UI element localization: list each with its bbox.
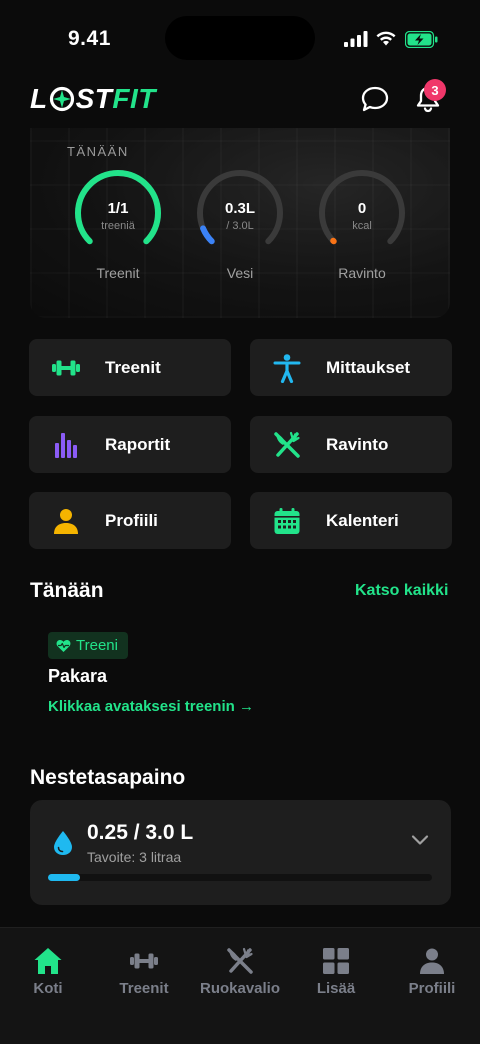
today-section-title: Tänään xyxy=(30,579,104,602)
chat-icon[interactable] xyxy=(360,84,390,114)
workouts-ring: 1/1 treeniä xyxy=(73,168,163,258)
nav-label: Profiili xyxy=(408,980,456,997)
grid-icon xyxy=(323,948,349,974)
nav-label: Ruokavalio xyxy=(199,980,281,997)
person-icon xyxy=(273,354,301,383)
tile-calendar[interactable]: Kalenteri xyxy=(250,492,452,549)
fork-knife-icon xyxy=(227,947,253,974)
dynamic-island xyxy=(165,16,315,60)
logo-text-l: L xyxy=(30,83,48,114)
hydration-progress-track xyxy=(48,874,432,881)
nav-label: Treenit xyxy=(119,980,169,997)
logo-text-fit: FIT xyxy=(112,83,156,114)
wifi-icon xyxy=(376,31,396,46)
hydration-goal: Tavoite: 3 litraa xyxy=(87,849,182,865)
ring-label: Vesi xyxy=(226,265,254,281)
cellular-signal-icon xyxy=(344,31,368,47)
workout-tag: Treeni xyxy=(48,632,128,659)
tile-label: Kalenteri xyxy=(326,511,399,530)
ring-value: 0.3L xyxy=(224,200,255,217)
ring-label: Ravinto xyxy=(338,265,386,281)
tile-profile[interactable]: Profiili xyxy=(29,492,231,549)
logo-text-st: ST xyxy=(75,83,113,114)
status-time: 9.41 xyxy=(68,27,111,50)
workout-name: Pakara xyxy=(48,666,108,686)
bar-chart-icon xyxy=(55,433,77,458)
tile-label: Mittaukset xyxy=(326,358,411,377)
tile-label: Raportit xyxy=(105,435,171,454)
water-ring: 0.3L / 3.0L xyxy=(195,168,285,258)
tile-label: Treenit xyxy=(105,358,161,377)
workout-tag-label: Treeni xyxy=(76,637,118,654)
fork-knife-icon xyxy=(274,431,300,458)
hydration-amount: 0.25 / 3.0 L xyxy=(87,821,194,844)
ring-subtext: / 3.0L xyxy=(226,220,254,232)
tile-measurements[interactable]: Mittaukset xyxy=(250,339,452,396)
nav-label: Lisää xyxy=(316,980,356,997)
notification-badge: 3 xyxy=(424,79,446,101)
nav-item-profile[interactable]: Profiili xyxy=(384,946,480,1006)
calendar-icon xyxy=(274,508,300,534)
ring-subtext: treeniä xyxy=(101,220,135,232)
hydration-progress-fill xyxy=(48,874,80,881)
dumbbell-icon xyxy=(130,953,158,969)
ring-subtext: kcal xyxy=(352,220,372,232)
ring-label: Treenit xyxy=(96,265,140,281)
nav-item-diet[interactable]: Ruokavalio xyxy=(192,946,288,1006)
user-icon xyxy=(420,948,444,974)
nav-item-workouts[interactable]: Treenit xyxy=(96,946,192,1006)
today-summary-card[interactable]: TÄNÄÄN 1/1 treeniä Treenit 0.3L / 3.0L V… xyxy=(30,128,450,318)
tile-label: Ravinto xyxy=(326,435,389,454)
open-workout-link[interactable]: Klikkaa avataksesi treenin → xyxy=(48,698,254,715)
battery-charging-icon xyxy=(405,31,438,48)
bottom-navigation: Koti Treenit Ruokavalio Lisää Profiili xyxy=(0,927,480,1044)
app-logo: L ST FIT xyxy=(30,83,156,114)
tile-workouts[interactable]: Treenit xyxy=(29,339,231,396)
status-bar: 9.41 xyxy=(0,0,480,78)
chevron-down-icon[interactable] xyxy=(410,833,430,847)
nav-label: Koti xyxy=(33,980,63,997)
hydration-card[interactable]: 0.25 / 3.0 L Tavoite: 3 litraa xyxy=(30,800,451,905)
tile-label: Profiili xyxy=(105,511,158,530)
dumbbell-icon xyxy=(52,360,80,376)
home-icon xyxy=(34,948,62,974)
nutrition-ring: 0 kcal xyxy=(317,168,407,258)
user-icon xyxy=(54,509,78,534)
heart-pulse-icon xyxy=(56,639,71,652)
tile-reports[interactable]: Raportit xyxy=(29,416,231,473)
app-header: L ST FIT xyxy=(0,78,480,128)
see-all-link[interactable]: Katso kaikki xyxy=(355,582,448,600)
compass-star-icon xyxy=(49,86,74,112)
hydration-section-title: Nestetasapaino xyxy=(30,766,186,789)
water-drop-icon xyxy=(54,831,72,855)
hero-label: TÄNÄÄN xyxy=(67,144,129,159)
ring-value: 1/1 xyxy=(107,200,129,217)
nav-item-more[interactable]: Lisää xyxy=(288,946,384,1006)
ring-value: 0 xyxy=(357,200,367,217)
tile-nutrition[interactable]: Ravinto xyxy=(250,416,452,473)
nav-item-home[interactable]: Koti xyxy=(0,946,96,1006)
